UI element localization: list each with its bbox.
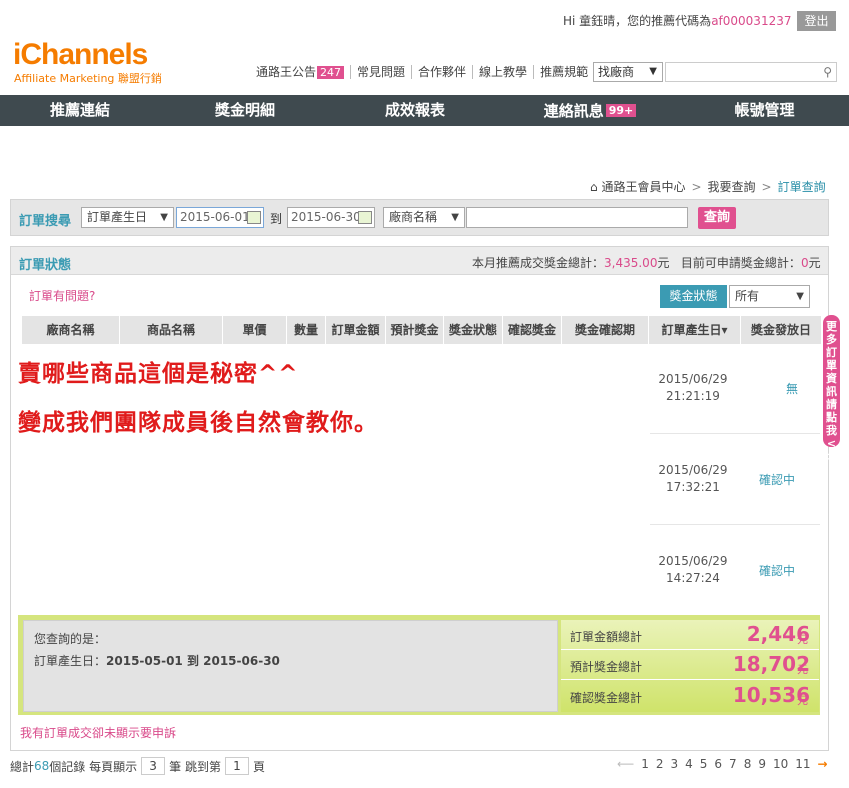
messages-badge: 99+	[605, 104, 637, 117]
est-bonus-total-label: 預計獎金總計	[570, 660, 643, 674]
page-link[interactable]: 7	[729, 757, 737, 771]
table-header: 廠商名稱 商品名稱 單價 數量 訂單金額 預計獎金 獎金狀態 確認獎金 獎金確認…	[22, 316, 821, 344]
next-arrow-icon[interactable]: →	[818, 757, 828, 771]
page-link[interactable]: 10	[773, 757, 788, 771]
col-order-date[interactable]: 訂單產生日▾	[649, 316, 741, 344]
nav-referral-links[interactable]: 推薦連結	[0, 95, 160, 126]
announcement-count-badge: 247	[317, 65, 345, 79]
overlay-message-line2: 變成我們團隊成員後自然會教你。	[18, 410, 378, 436]
jump-page-input[interactable]: 1	[224, 757, 249, 775]
query-summary-label: 您查詢的是：	[34, 632, 107, 646]
more-order-info-tab[interactable]: 更多訂單資訊請點我<>	[823, 315, 840, 463]
bonus-status-filter-label: 獎金狀態	[660, 285, 727, 308]
link-announcements[interactable]: 通路王公告 247	[256, 65, 350, 80]
col-product: 商品名稱	[120, 316, 223, 344]
page-link[interactable]: 9	[758, 757, 766, 771]
bonus-totals: 本月推薦成交獎金總計：3,435.00元 目前可申請獎金總計：0元	[472, 256, 821, 270]
query-summary-range: 訂單產生日：2015-05-01 到 2015-06-30	[34, 654, 280, 668]
col-est-bonus: 預計獎金	[386, 316, 444, 344]
pagination-info: 總計 68 個記錄 每頁顯示 3 筆 跳到第 1 頁	[10, 757, 265, 775]
page-link[interactable]: 11	[795, 757, 810, 771]
link-faq[interactable]: 常見問題	[350, 65, 411, 79]
keyword-input[interactable]	[466, 207, 688, 228]
row-divider	[650, 524, 820, 525]
col-price: 單價	[223, 316, 287, 344]
col-bonus-status: 獎金狀態	[444, 316, 503, 344]
page-link[interactable]: 1	[641, 757, 649, 771]
query-button[interactable]: 查詢	[698, 207, 736, 229]
chevron-down-icon: ▼	[451, 212, 459, 223]
chevron-down-icon: ▼	[796, 291, 804, 302]
order-problem-link[interactable]: 訂單有問題?	[29, 287, 95, 304]
date-type-select[interactable]: 訂單產生日 ▼	[81, 207, 174, 228]
breadcrumb-query[interactable]: 我要查詢	[708, 180, 756, 194]
unit: 元	[797, 663, 808, 676]
chevron-down-icon: ▼	[649, 66, 657, 77]
breadcrumb: ⌂ 通路王會員中心 > 我要查詢 > 訂單查詢	[590, 180, 826, 194]
overlay-message-line1: 賣哪些商品這個是秘密^^	[18, 361, 299, 387]
calendar-icon[interactable]	[358, 211, 372, 224]
page-link[interactable]: 5	[700, 757, 708, 771]
col-confirm-period: 獎金確認期	[562, 316, 649, 344]
bonus-status-select[interactable]: 所有 ▼	[729, 285, 810, 308]
logo[interactable]: iChannels	[13, 38, 148, 72]
search-icon[interactable]: ⚲	[823, 65, 832, 79]
total-count: 68	[34, 759, 50, 773]
search-label: 訂單搜尋	[19, 214, 72, 229]
link-tutorials[interactable]: 線上教學	[472, 65, 533, 79]
col-qty: 數量	[287, 316, 326, 344]
nav-bonus-details[interactable]: 獎金明細	[160, 95, 330, 126]
date-to-label: 到	[270, 212, 283, 226]
month-total-value: 3,435.00	[604, 256, 658, 270]
referral-code: af000031237	[711, 14, 792, 28]
panel-title: 訂單狀態	[19, 258, 72, 273]
nav-account[interactable]: 帳號管理	[680, 95, 849, 126]
page-link[interactable]: 8	[744, 757, 752, 771]
page-link[interactable]: 4	[685, 757, 693, 771]
nav-reports[interactable]: 成效報表	[330, 95, 500, 126]
per-page-input[interactable]: 3	[141, 757, 166, 775]
logo-tagline: Affiliate Marketing 聯盟行銷	[14, 72, 162, 85]
chevron-down-icon: ▼	[160, 212, 168, 223]
greeting: Hi 童鈺晴，您的推薦代碼為af000031237	[563, 14, 792, 28]
vendor-field-select[interactable]: 廠商名稱 ▼	[383, 207, 465, 228]
col-vendor: 廠商名稱	[22, 316, 120, 344]
page-link[interactable]: 6	[714, 757, 722, 771]
top-search-input[interactable]: ⚲	[665, 62, 837, 82]
row-divider	[650, 433, 820, 434]
home-icon: ⌂	[590, 180, 598, 194]
logout-button[interactable]: 登出	[797, 11, 836, 31]
unit: 元	[797, 694, 808, 707]
order-amount-total-label: 訂單金額總計	[570, 630, 643, 644]
col-confirmed-bonus: 確認獎金	[503, 316, 562, 344]
confirmed-bonus-total-label: 確認獎金總計	[570, 691, 643, 705]
table-row: 2015/06/29 21:21:19	[658, 372, 728, 403]
nav-messages[interactable]: 連絡訊息 99+	[500, 95, 680, 126]
breadcrumb-home[interactable]: 通路王會員中心	[601, 180, 685, 194]
calendar-icon[interactable]	[247, 211, 261, 224]
row-status[interactable]: 確認中	[737, 471, 817, 488]
table-row: 2015/06/29 17:32:21	[658, 463, 728, 494]
page-link[interactable]: 2	[656, 757, 664, 771]
vendor-select[interactable]: 找廠商 ▼	[593, 62, 663, 82]
date-to-input[interactable]: 2015-06-30	[287, 207, 375, 228]
applicable-value: 0	[800, 256, 809, 270]
row-status[interactable]: 確認中	[737, 562, 817, 579]
complain-link[interactable]: 我有訂單成交卻未顯示要申訴	[20, 724, 176, 741]
link-partners[interactable]: 合作夥伴	[411, 65, 472, 79]
link-rules[interactable]: 推薦規範	[533, 65, 594, 79]
page-link[interactable]: 3	[670, 757, 678, 771]
date-from-input[interactable]: 2015-06-01	[176, 207, 264, 228]
table-row: 2015/06/29 14:27:24	[658, 554, 728, 585]
pager: ⟵ 1 2 3 4 5 6 7 8 9 10 11 →	[617, 757, 828, 771]
main-nav: 推薦連結 獎金明細 成效報表 連絡訊息 99+ 帳號管理	[0, 95, 849, 126]
col-payout-date: 獎金發放日	[750, 323, 811, 337]
top-links: 通路王公告 247 常見問題 合作夥伴 線上教學 推薦規範	[256, 63, 594, 81]
row-status[interactable]: 無	[752, 380, 832, 397]
unit: 元	[797, 633, 808, 646]
breadcrumb-current: 訂單查詢	[777, 180, 826, 194]
col-order-amount: 訂單金額	[326, 316, 386, 344]
prev-arrow-icon[interactable]: ⟵	[617, 757, 634, 771]
